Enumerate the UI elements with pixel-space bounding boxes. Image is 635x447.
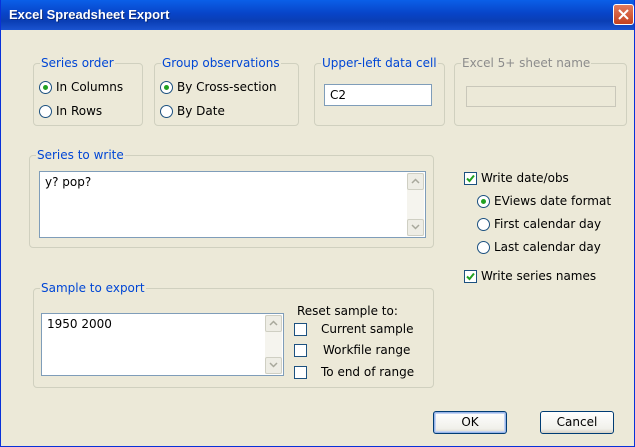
radio-first-calendar-day[interactable]: First calendar day — [477, 217, 601, 231]
upper-left-cell-input[interactable]: C2 — [324, 84, 432, 106]
series-to-write-legend: Series to write — [36, 148, 125, 162]
chevron-up-icon — [269, 320, 278, 326]
checkmark-icon — [466, 272, 475, 280]
radio-label-in-columns: In Columns — [56, 80, 124, 94]
radio-label-eviews-date-format: EViews date format — [494, 194, 612, 208]
group-observations-group: Group observations By Cross-section By D… — [154, 56, 299, 126]
scroll-up-button[interactable] — [265, 315, 282, 332]
radio-in-columns[interactable]: In Columns — [39, 80, 123, 94]
scroll-down-button[interactable] — [407, 219, 424, 236]
write-date-obs-label: Write date/obs — [481, 171, 569, 185]
reset-current-sample-label: Current sample — [321, 322, 414, 336]
radio-circle-selected — [477, 194, 490, 208]
checkbox-box — [294, 365, 307, 379]
upper-left-cell-group: Upper-left data cell C2 — [314, 56, 445, 126]
radio-last-calendar-day[interactable]: Last calendar day — [477, 240, 601, 254]
sample-to-export-text: 1950 2000 — [47, 317, 112, 331]
series-order-legend: Series order — [40, 56, 115, 70]
radio-by-date[interactable]: By Date — [160, 104, 225, 118]
checkbox-box — [464, 269, 477, 283]
sample-to-export-group: Sample to export 1950 2000 Reset sample … — [33, 281, 434, 388]
radio-by-cross-section[interactable]: By Cross-section — [160, 80, 277, 94]
reset-end-of-range-button[interactable]: To end of range — [294, 365, 414, 379]
checkmark-icon — [466, 174, 475, 182]
scroll-down-button[interactable] — [265, 357, 282, 374]
sample-to-export-legend: Sample to export — [40, 281, 146, 295]
ok-button[interactable]: OK — [433, 411, 507, 434]
series-to-write-input[interactable]: y? pop? — [39, 171, 426, 238]
radio-circle — [477, 217, 490, 231]
excel-export-dialog: Excel Spreadsheet Export Series order In… — [0, 0, 635, 447]
reset-sample-label: Reset sample to: — [297, 304, 398, 318]
series-to-write-text: y? pop? — [45, 175, 92, 189]
write-series-names-checkbox[interactable]: Write series names — [464, 269, 596, 283]
radio-label-first-calendar-day: First calendar day — [494, 217, 602, 231]
scroll-up-button[interactable] — [407, 173, 424, 190]
reset-workfile-range-button[interactable]: Workfile range — [294, 343, 410, 357]
radio-eviews-date-format[interactable]: EViews date format — [477, 194, 611, 208]
checkbox-box — [464, 171, 477, 185]
sample-to-export-input[interactable]: 1950 2000 — [41, 313, 284, 376]
radio-circle — [160, 104, 173, 118]
radio-circle-selected — [160, 80, 173, 94]
reset-workfile-range-label: Workfile range — [323, 343, 411, 357]
group-observations-legend: Group observations — [161, 56, 281, 70]
radio-circle — [477, 240, 490, 254]
write-date-obs-checkbox[interactable]: Write date/obs — [464, 171, 569, 185]
upper-left-cell-legend: Upper-left data cell — [321, 56, 438, 70]
cancel-button[interactable]: Cancel — [540, 411, 614, 434]
radio-in-rows[interactable]: In Rows — [39, 104, 102, 118]
close-button[interactable] — [613, 4, 634, 25]
reset-current-sample-button[interactable]: Current sample — [294, 322, 414, 336]
series-scrollbar[interactable] — [407, 173, 424, 236]
series-to-write-group: Series to write y? pop? — [29, 148, 434, 248]
chevron-down-icon — [411, 224, 420, 230]
window-title: Excel Spreadsheet Export — [9, 7, 170, 22]
chevron-down-icon — [269, 362, 278, 368]
excel5-sheet-legend: Excel 5+ sheet name — [461, 56, 592, 70]
sample-scrollbar[interactable] — [265, 315, 282, 374]
radio-label-last-calendar-day: Last calendar day — [494, 240, 601, 254]
chevron-up-icon — [411, 178, 420, 184]
excel5-sheet-input[interactable] — [466, 86, 616, 107]
radio-label-in-rows: In Rows — [56, 104, 103, 118]
close-icon — [618, 9, 629, 20]
radio-label-by-cross-section: By Cross-section — [177, 80, 277, 94]
checkbox-box — [294, 322, 307, 336]
radio-label-by-date: By Date — [177, 104, 225, 118]
title-bar[interactable]: Excel Spreadsheet Export — [1, 0, 634, 30]
write-series-names-label: Write series names — [481, 269, 597, 283]
excel5-sheet-group: Excel 5+ sheet name — [454, 56, 627, 126]
series-order-group: Series order In Columns In Rows — [33, 56, 143, 126]
radio-circle-selected — [39, 80, 52, 94]
radio-circle — [39, 104, 52, 118]
checkbox-box — [294, 343, 307, 357]
reset-end-of-range-label: To end of range — [321, 365, 415, 379]
